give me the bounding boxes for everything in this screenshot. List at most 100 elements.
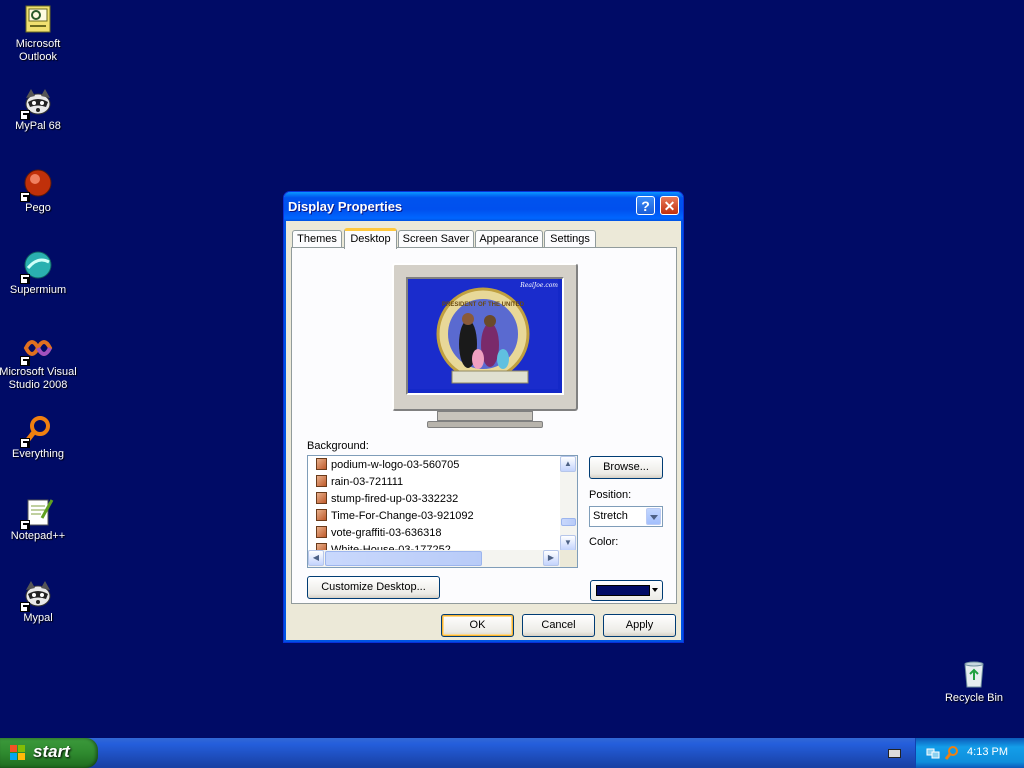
icon-label: MyPal 68 [15, 120, 61, 132]
list-item-label: Time-For-Change-03-921092 [331, 510, 474, 522]
icon-label: Mypal [23, 612, 53, 624]
color-swatch [596, 585, 650, 596]
position-label: Position: [589, 489, 632, 501]
wallpaper-preview: RealJoe.com PRESIDENT OF THE UNITED [406, 277, 564, 395]
chevron-left-icon: ◀ [312, 553, 320, 562]
scroll-up-button[interactable]: ▲ [560, 456, 576, 472]
scroll-down-button[interactable]: ▼ [560, 535, 576, 551]
tab-appearance[interactable]: Appearance [475, 230, 543, 247]
browse-button[interactable]: Browse... [589, 456, 663, 479]
list-item-label: stump-fired-up-03-332232 [331, 493, 459, 505]
color-label: Color: [589, 536, 619, 548]
list-item[interactable]: Time-For-Change-03-921092 [316, 508, 474, 525]
list-item[interactable]: rain-03-721111 [316, 474, 403, 491]
help-icon: ? [641, 198, 650, 214]
image-file-icon [316, 509, 327, 521]
everything-search-icon [20, 414, 54, 448]
icon-label-line2: Studio 2008 [8, 379, 68, 391]
display-properties-dialog: Display Properties ? ✕ Themes Desktop Sc… [283, 191, 684, 643]
shortcut-arrow-icon [20, 110, 30, 120]
help-button[interactable]: ? [636, 196, 655, 215]
dialog-titlebar[interactable]: Display Properties ? ✕ [284, 192, 683, 221]
background-label: Background: [307, 440, 369, 452]
tab-desktop[interactable]: Desktop [344, 228, 397, 249]
recycle-bin-icon [958, 658, 990, 690]
horizontal-scrollbar[interactable]: ◀ ▶ [308, 550, 560, 567]
keyboard-icon[interactable] [888, 749, 901, 758]
clock[interactable]: 4:13 PM [967, 746, 1008, 758]
tab-settings[interactable]: Settings [544, 230, 596, 247]
desktop-icon-mypal-68[interactable]: MyPal 68 [0, 86, 78, 133]
wallpaper-watermark: RealJoe.com [520, 282, 558, 289]
desktop-icon-everything[interactable]: Everything [0, 414, 78, 461]
desktop-icon-supermium[interactable]: Supermium [0, 250, 78, 297]
dialog-body: Themes Desktop Screen Saver Appearance S… [287, 221, 680, 639]
icon-label-line2: Outlook [19, 51, 57, 63]
icon-label: Microsoft Visual [0, 366, 77, 378]
icon-label: Notepad++ [10, 530, 66, 542]
image-file-icon [316, 458, 327, 470]
icon-label: Everything [12, 448, 64, 460]
raccoon-icon [20, 86, 54, 120]
start-label: start [33, 742, 70, 761]
supermium-icon [20, 250, 54, 284]
image-file-icon [316, 492, 327, 504]
list-item-label: podium-w-logo-03-560705 [331, 459, 460, 471]
desktop-tab-panel: RealJoe.com PRESIDENT OF THE UNITED Back… [291, 247, 677, 604]
desktop-icon-visual-studio[interactable]: Microsoft Visual Studio 2008 [0, 332, 78, 392]
network-icon[interactable] [926, 746, 940, 760]
visual-studio-icon [20, 332, 54, 366]
chevron-down-icon[interactable] [646, 508, 661, 525]
vertical-scrollbar[interactable]: ▲ ▼ [560, 456, 577, 552]
ok-button[interactable]: OK [441, 614, 514, 637]
tab-screen-saver[interactable]: Screen Saver [398, 230, 474, 247]
horizontal-scroll-thumb[interactable] [325, 551, 482, 566]
chevron-down-icon [652, 588, 658, 592]
scroll-corner [560, 550, 577, 567]
wallpaper-seal-text: PRESIDENT OF THE UNITED [441, 302, 524, 308]
shortcut-arrow-icon [20, 192, 30, 202]
shortcut-arrow-icon [20, 438, 30, 448]
position-value: Stretch [593, 510, 628, 522]
desktop-icon-recycle-bin[interactable]: Recycle Bin [934, 658, 1014, 705]
icon-label: Recycle Bin [944, 692, 1004, 704]
start-button[interactable]: start [0, 738, 98, 768]
apply-button[interactable]: Apply [603, 614, 676, 637]
icon-label: Pego [25, 202, 51, 214]
raccoon-icon [20, 578, 54, 612]
image-file-icon [316, 475, 327, 487]
scroll-right-button[interactable]: ▶ [543, 550, 559, 566]
monitor-base [427, 421, 543, 428]
tab-themes[interactable]: Themes [292, 230, 342, 247]
chevron-right-icon: ▶ [547, 553, 555, 562]
cancel-button[interactable]: Cancel [522, 614, 595, 637]
list-item[interactable]: vote-graffiti-03-636318 [316, 525, 441, 542]
chevron-up-icon: ▲ [564, 459, 572, 468]
shortcut-arrow-icon [20, 274, 30, 284]
shortcut-arrow-icon [20, 356, 30, 366]
dialog-title: Display Properties [288, 199, 403, 214]
list-item-label: vote-graffiti-03-636318 [331, 527, 442, 539]
scroll-thumb[interactable] [561, 518, 576, 526]
desktop-icon-mypal[interactable]: Mypal [0, 578, 78, 625]
taskbar: start 4:13 PM [0, 738, 1024, 768]
shortcut-arrow-icon [20, 520, 30, 530]
list-item[interactable]: stump-fired-up-03-332232 [316, 491, 458, 508]
scroll-left-button[interactable]: ◀ [308, 550, 324, 566]
desktop-icon-notepad-plus-plus[interactable]: Notepad++ [0, 496, 78, 543]
list-item[interactable]: podium-w-logo-03-560705 [316, 457, 459, 474]
color-picker-button[interactable] [590, 580, 663, 601]
position-select[interactable]: Stretch [589, 506, 663, 527]
pego-icon [20, 168, 54, 202]
desktop-icon-outlook[interactable]: Microsoft Outlook [0, 4, 78, 64]
background-listbox[interactable]: podium-w-logo-03-560705 rain-03-721111 s… [307, 455, 578, 568]
windows-flag-icon [10, 745, 26, 761]
image-file-icon [316, 526, 327, 538]
system-tray: 4:13 PM [915, 738, 1024, 768]
icon-label: Microsoft [15, 38, 61, 50]
close-button[interactable]: ✕ [660, 196, 679, 215]
desktop-icon-pego[interactable]: Pego [0, 168, 78, 215]
monitor-stand [437, 411, 533, 421]
search-icon[interactable] [944, 745, 960, 761]
customize-desktop-button[interactable]: Customize Desktop... [307, 576, 440, 599]
